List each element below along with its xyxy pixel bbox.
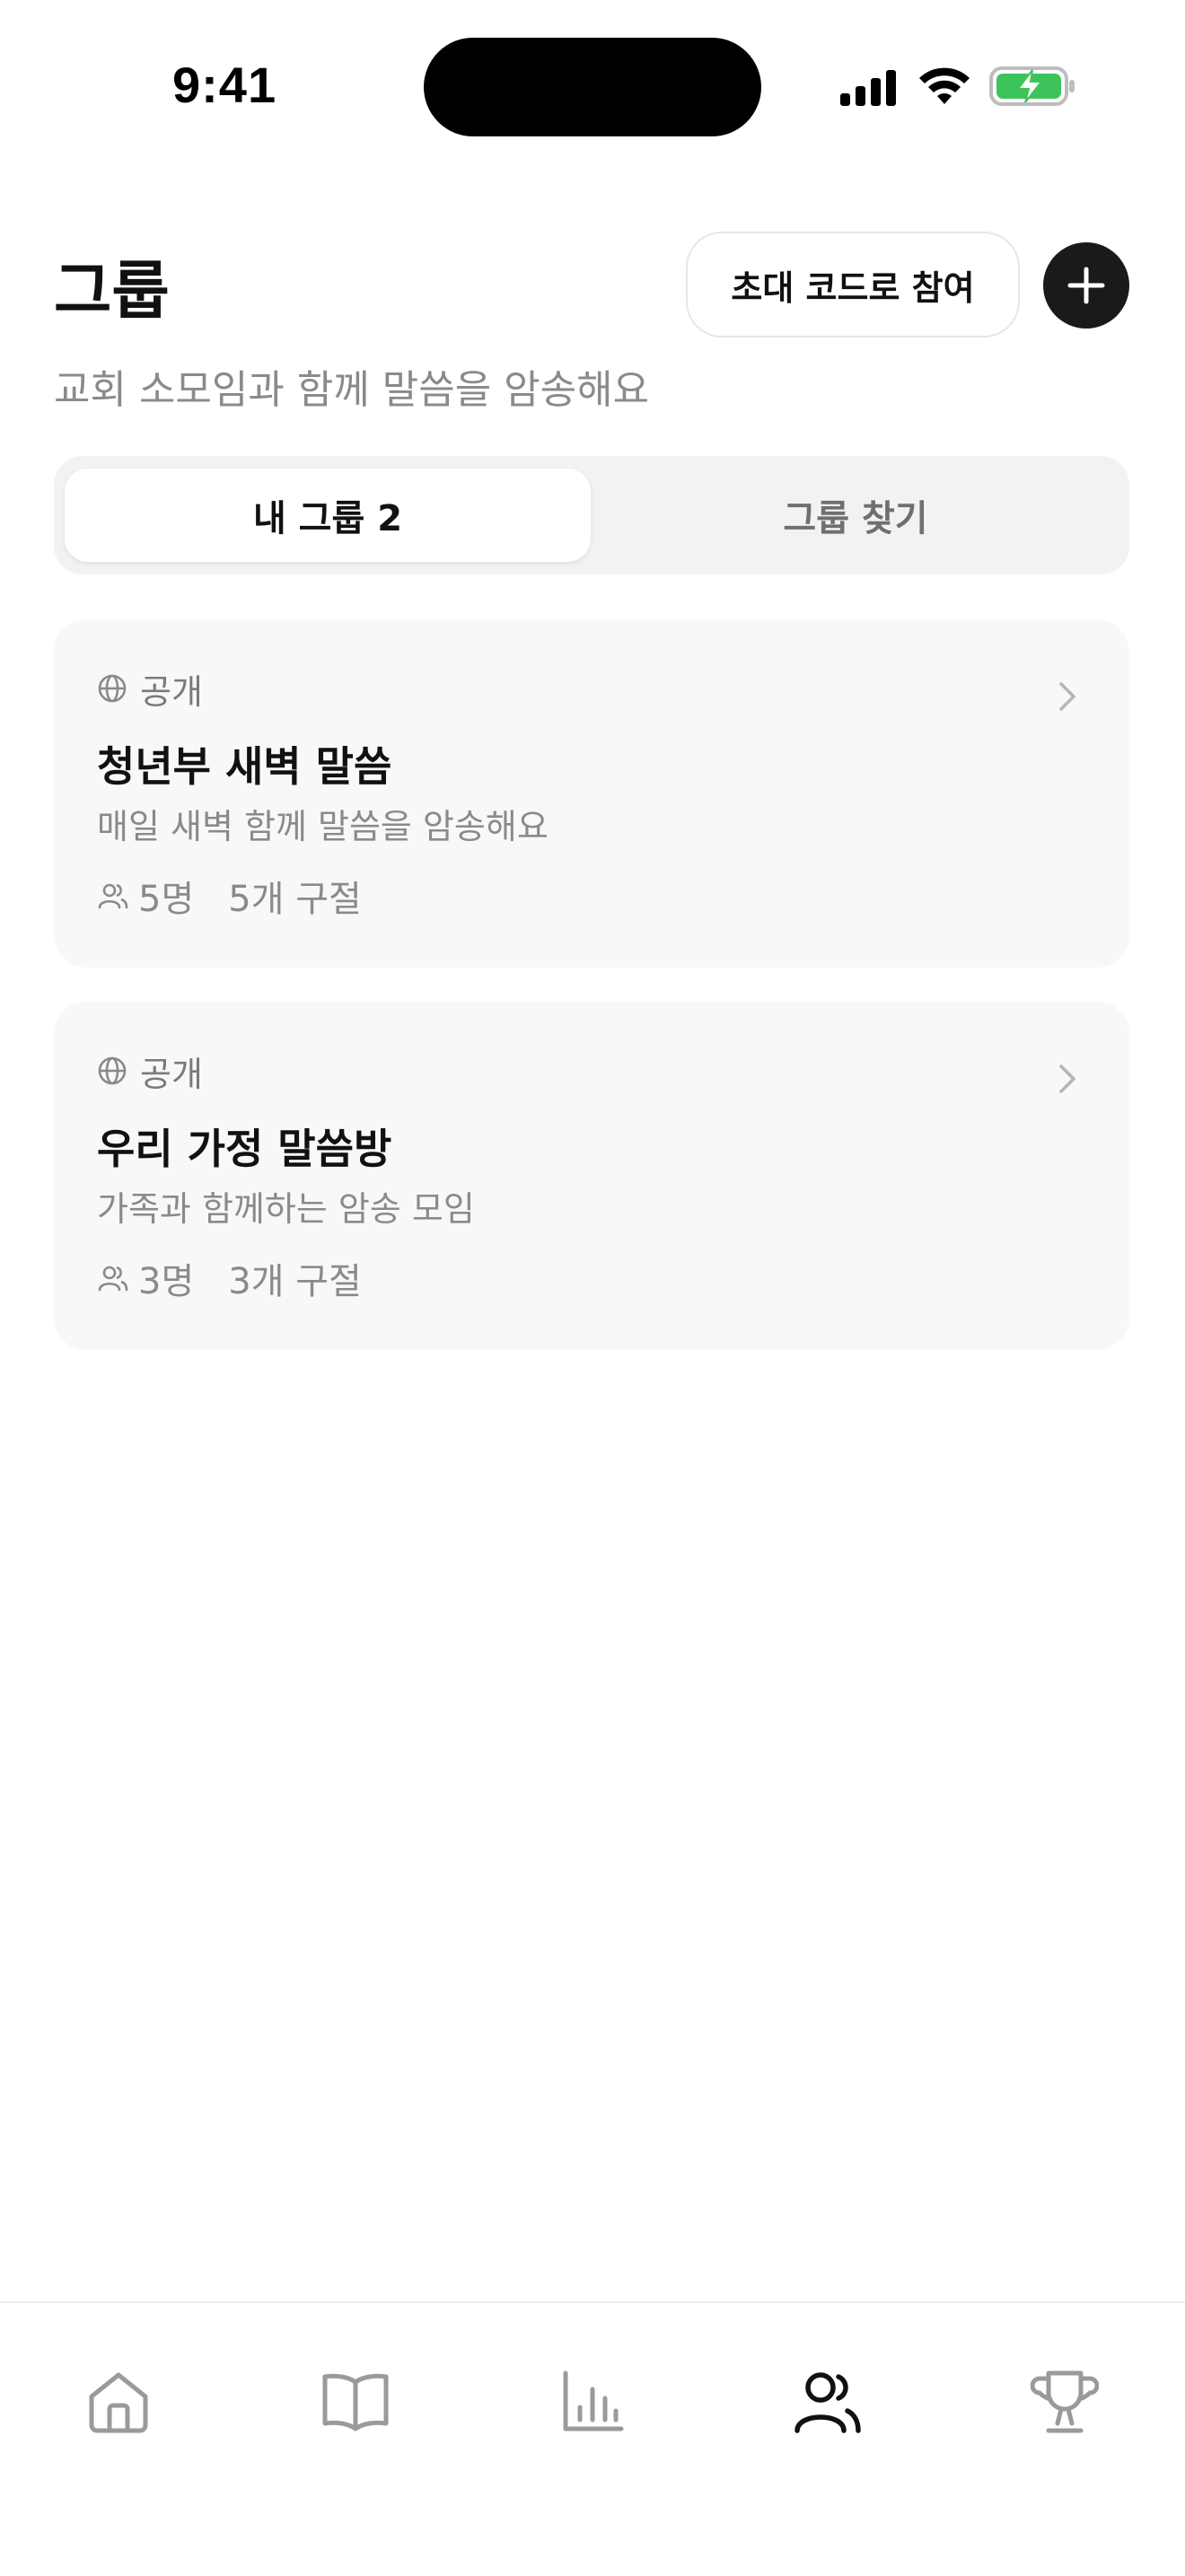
chart-icon	[563, 2370, 624, 2431]
page-subtitle: 교회 소모임과 함께 말씀을 암송해요	[54, 367, 650, 413]
visibility-label: 공개	[140, 671, 203, 712]
page-title: 그룹	[54, 254, 170, 328]
verse-count: 3개 구절	[228, 1261, 362, 1302]
book-icon	[322, 2373, 389, 2431]
nav-groups[interactable]	[783, 2357, 873, 2447]
nav-home[interactable]	[74, 2357, 163, 2447]
cellular-signal-icon	[840, 70, 896, 106]
trophy-icon	[1031, 2370, 1099, 2433]
users-icon	[794, 2372, 861, 2433]
globe-icon	[98, 1056, 127, 1085]
group-meta: 3명 3개 구절	[97, 1253, 362, 1303]
chevron-right-icon	[1059, 1065, 1075, 1093]
group-description: 가족과 함께하는 암송 모임	[97, 1189, 475, 1229]
bottom-nav	[0, 2301, 1185, 2576]
chevron-right-icon	[1059, 682, 1075, 711]
verse-count: 5개 구절	[228, 879, 362, 920]
group-card[interactable]: 공개 우리 가정 말씀방 가족과 함께하는 암송 모임 3명 3개 구절	[54, 1002, 1129, 1350]
group-tabs: 내 그룹 2 그룹 찾기	[54, 456, 1129, 574]
group-name: 우리 가정 말씀방	[97, 1125, 392, 1173]
visibility-badge: 공개	[97, 666, 203, 712]
members-icon	[98, 1266, 128, 1292]
members-icon	[98, 883, 128, 909]
wifi-icon	[919, 67, 970, 104]
home-icon	[89, 2372, 148, 2433]
nav-ranking[interactable]	[1020, 2357, 1110, 2447]
tab-my-groups[interactable]: 내 그룹 2	[65, 469, 591, 562]
nav-stats[interactable]	[548, 2357, 637, 2447]
tab-find-groups[interactable]: 그룹 찾기	[592, 469, 1119, 562]
member-count: 5명	[138, 879, 195, 920]
create-group-button[interactable]	[1043, 242, 1129, 329]
status-bar: 9:41	[0, 0, 1185, 171]
group-description: 매일 새벽 함께 말씀을 암송해요	[97, 807, 549, 846]
visibility-badge: 공개	[97, 1048, 203, 1094]
group-name: 청년부 새벽 말씀	[97, 742, 392, 791]
battery-charging-icon	[989, 66, 1075, 106]
nav-bible[interactable]	[311, 2357, 400, 2447]
plus-icon	[1067, 267, 1105, 304]
status-time: 9:41	[172, 57, 277, 113]
visibility-label: 공개	[140, 1054, 203, 1094]
group-meta: 5명 5개 구절	[97, 871, 362, 921]
dynamic-island	[424, 38, 761, 136]
group-card[interactable]: 공개 청년부 새벽 말씀 매일 새벽 함께 말씀을 암송해요 5명 5개 구절	[54, 619, 1129, 968]
join-with-invite-code-button[interactable]: 초대 코드로 참여	[686, 232, 1020, 337]
member-count: 3명	[138, 1261, 195, 1302]
globe-icon	[98, 674, 127, 703]
